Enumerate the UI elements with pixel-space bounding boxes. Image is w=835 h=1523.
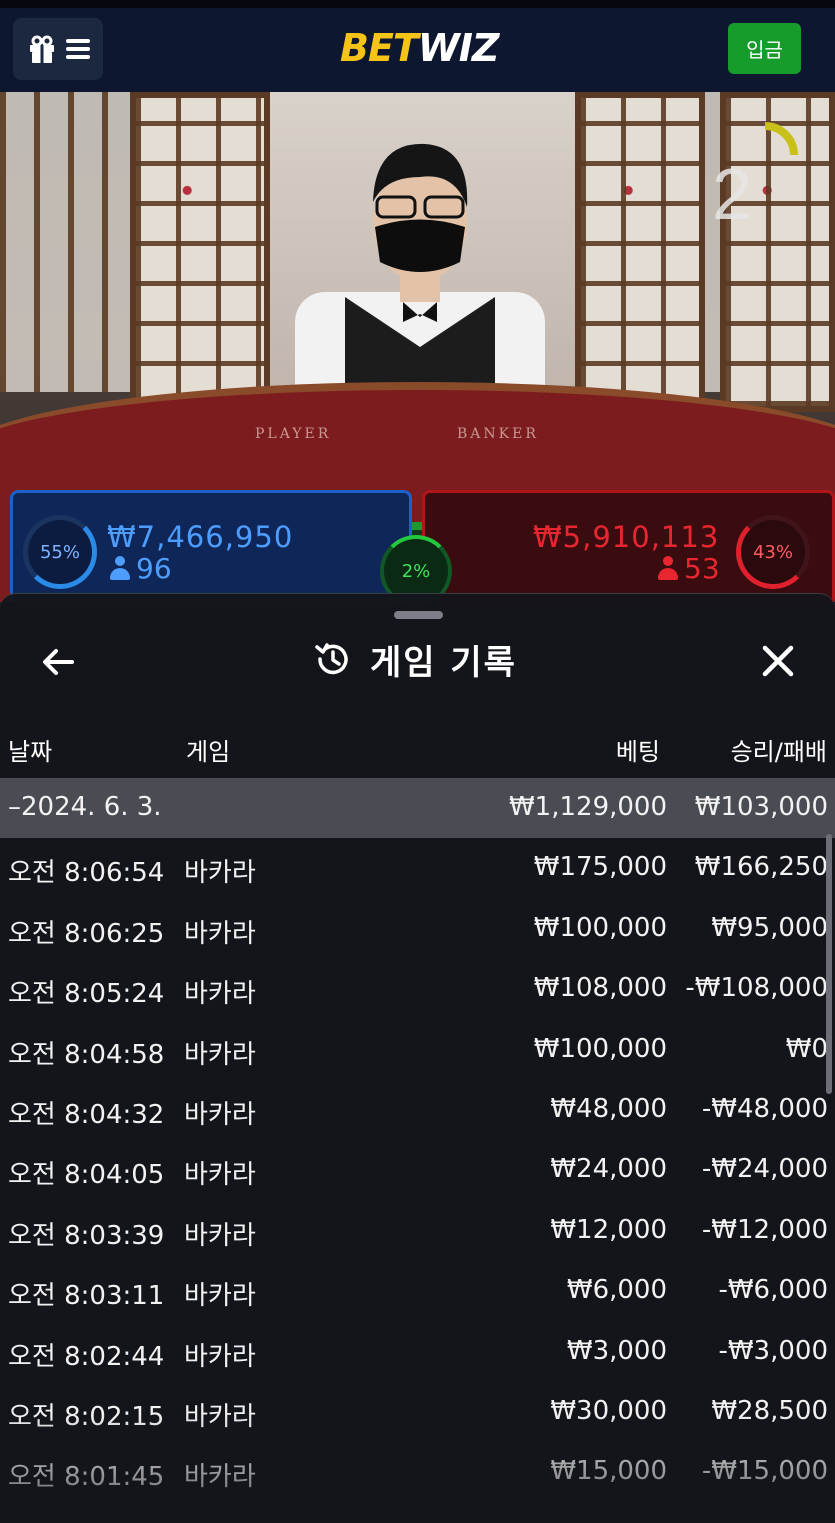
table-row[interactable]: 오전 8:01:45 바카라 ₩15,000 -₩15,000 [0, 1442, 835, 1502]
row-bet: ₩100,000 [533, 1033, 667, 1064]
row-game: 바카라 [184, 1341, 256, 1372]
user-icon [658, 556, 678, 580]
row-win-loss: -₩12,000 [701, 1214, 828, 1245]
sheet-header: 게임 기록 [312, 636, 517, 683]
row-bet: ₩24,000 [550, 1154, 667, 1185]
table-row[interactable]: 오전 8:06:54 바카라 ₩175,000 ₩166,250 [0, 838, 835, 898]
date-summary-row[interactable]: –2024. 6. 3. ₩1,129,000 ₩103,000 [0, 778, 835, 839]
table-row[interactable]: 오전 8:06:25 바카라 ₩100,000 ₩95,000 [0, 899, 835, 959]
row-bet: ₩12,000 [550, 1214, 667, 1245]
row-time: 오전 8:06:25 [8, 918, 165, 949]
row-time: 오전 8:03:39 [8, 1220, 165, 1251]
player-bettor-count: 96 [110, 552, 172, 585]
back-arrow-icon[interactable] [38, 642, 78, 682]
game-history-sheet: 게임 기록 날짜 게임 베팅 승리/패배 –2024. 6. 3. ₩1,129… [0, 593, 835, 1523]
history-table-header: 날짜 게임 베팅 승리/패배 [0, 728, 835, 768]
column-header-game[interactable]: 게임 [186, 732, 230, 767]
row-bet: ₩175,000 [533, 852, 667, 883]
row-bet: ₩48,000 [550, 1093, 667, 1124]
history-table-body: –2024. 6. 3. ₩1,129,000 ₩103,000 오전 8:06… [0, 778, 835, 1503]
table-row[interactable]: 오전 8:04:32 바카라 ₩48,000 -₩48,000 [0, 1080, 835, 1140]
row-game: 바카라 [184, 1160, 256, 1191]
sheet-drag-handle[interactable] [394, 611, 443, 619]
row-win-loss: -₩15,000 [701, 1456, 828, 1487]
player-percent: 55% [23, 515, 97, 589]
row-game: 바카라 [184, 1401, 256, 1432]
row-win-loss: -₩6,000 [718, 1275, 828, 1306]
betting-summary-bar: 55% ₩7,466,950 96 2% ₩5,910,113 53 43% [0, 490, 835, 722]
sheet-title: 게임 기록 [370, 642, 517, 683]
row-win-loss: -₩108,000 [685, 973, 828, 1004]
row-time: 오전 8:03:11 [8, 1281, 165, 1312]
table-row[interactable]: 오전 8:02:15 바카라 ₩30,000 ₩28,500 [0, 1382, 835, 1442]
top-header: BETWIZ 입금 [0, 0, 835, 92]
banker-total-amount: ₩5,910,113 [533, 520, 720, 554]
close-icon[interactable] [757, 640, 799, 682]
row-bet: ₩6,000 [566, 1275, 667, 1306]
brand-logo[interactable]: BETWIZ [340, 26, 499, 70]
banker-bettor-count: 53 [658, 552, 720, 585]
row-time: 오전 8:04:05 [8, 1160, 165, 1191]
row-time: 오전 8:05:24 [8, 979, 165, 1010]
row-win-loss: ₩28,500 [711, 1395, 828, 1426]
lattice-screen-left [130, 92, 270, 412]
column-header-bet[interactable]: 베팅 [616, 732, 660, 767]
row-game: 바카라 [184, 858, 256, 889]
history-icon [315, 643, 348, 675]
banker-percent: 43% [736, 515, 810, 589]
history-scrollbar[interactable] [826, 834, 832, 1094]
row-game: 바카라 [184, 979, 256, 1010]
row-time: 오전 8:02:15 [8, 1401, 165, 1432]
gift-icon [30, 35, 54, 63]
row-bet: ₩30,000 [550, 1395, 667, 1426]
table-row[interactable]: 오전 8:05:24 바카라 ₩108,000 -₩108,000 [0, 959, 835, 1019]
row-game: 바카라 [184, 1039, 256, 1070]
column-header-date[interactable]: 날짜 [8, 732, 52, 767]
deposit-button[interactable]: 입금 [728, 23, 801, 74]
table-row[interactable]: 오전 8:04:58 바카라 ₩100,000 ₩0 [0, 1020, 835, 1080]
column-header-win-loss[interactable]: 승리/패배 [731, 732, 827, 767]
row-game: 바카라 [184, 1220, 256, 1251]
table-row[interactable]: 오전 8:03:39 바카라 ₩12,000 -₩12,000 [0, 1201, 835, 1261]
row-bet: ₩100,000 [533, 912, 667, 943]
summary-win-loss: ₩103,000 [694, 792, 828, 822]
row-win-loss: -₩24,000 [701, 1154, 828, 1185]
row-bet: ₩3,000 [566, 1335, 667, 1366]
row-game: 바카라 [184, 1099, 256, 1130]
row-bet: ₩108,000 [533, 973, 667, 1004]
table-row[interactable]: 오전 8:04:05 바카라 ₩24,000 -₩24,000 [0, 1140, 835, 1200]
row-time: 오전 8:02:44 [8, 1341, 165, 1372]
row-time: 오전 8:01:45 [8, 1462, 165, 1493]
lattice-screen-right [575, 92, 705, 412]
summary-date: –2024. 6. 3. [8, 792, 162, 822]
menu-button[interactable] [13, 18, 103, 80]
hamburger-icon [66, 39, 90, 59]
row-game: 바카라 [184, 1462, 256, 1493]
row-time: 오전 8:04:58 [8, 1039, 165, 1070]
row-win-loss: ₩0 [785, 1033, 828, 1064]
row-win-loss: -₩48,000 [701, 1093, 828, 1124]
row-game: 바카라 [184, 918, 256, 949]
player-total-amount: ₩7,466,950 [107, 520, 294, 554]
row-win-loss: -₩3,000 [718, 1335, 828, 1366]
row-time: 오전 8:06:54 [8, 858, 165, 889]
user-icon [110, 556, 130, 580]
row-win-loss: ₩166,250 [694, 852, 828, 883]
summary-bet: ₩1,129,000 [508, 792, 667, 822]
row-win-loss: ₩95,000 [711, 912, 828, 943]
banker-area-label: BANKER [457, 426, 539, 442]
countdown-timer: 2 [712, 155, 753, 235]
row-bet: ₩15,000 [550, 1456, 667, 1487]
row-game: 바카라 [184, 1281, 256, 1312]
row-time: 오전 8:04:32 [8, 1099, 165, 1130]
table-row[interactable]: 오전 8:02:44 바카라 ₩3,000 -₩3,000 [0, 1322, 835, 1382]
player-area-label: PLAYER [255, 426, 332, 442]
table-row[interactable]: 오전 8:03:11 바카라 ₩6,000 -₩6,000 [0, 1261, 835, 1321]
